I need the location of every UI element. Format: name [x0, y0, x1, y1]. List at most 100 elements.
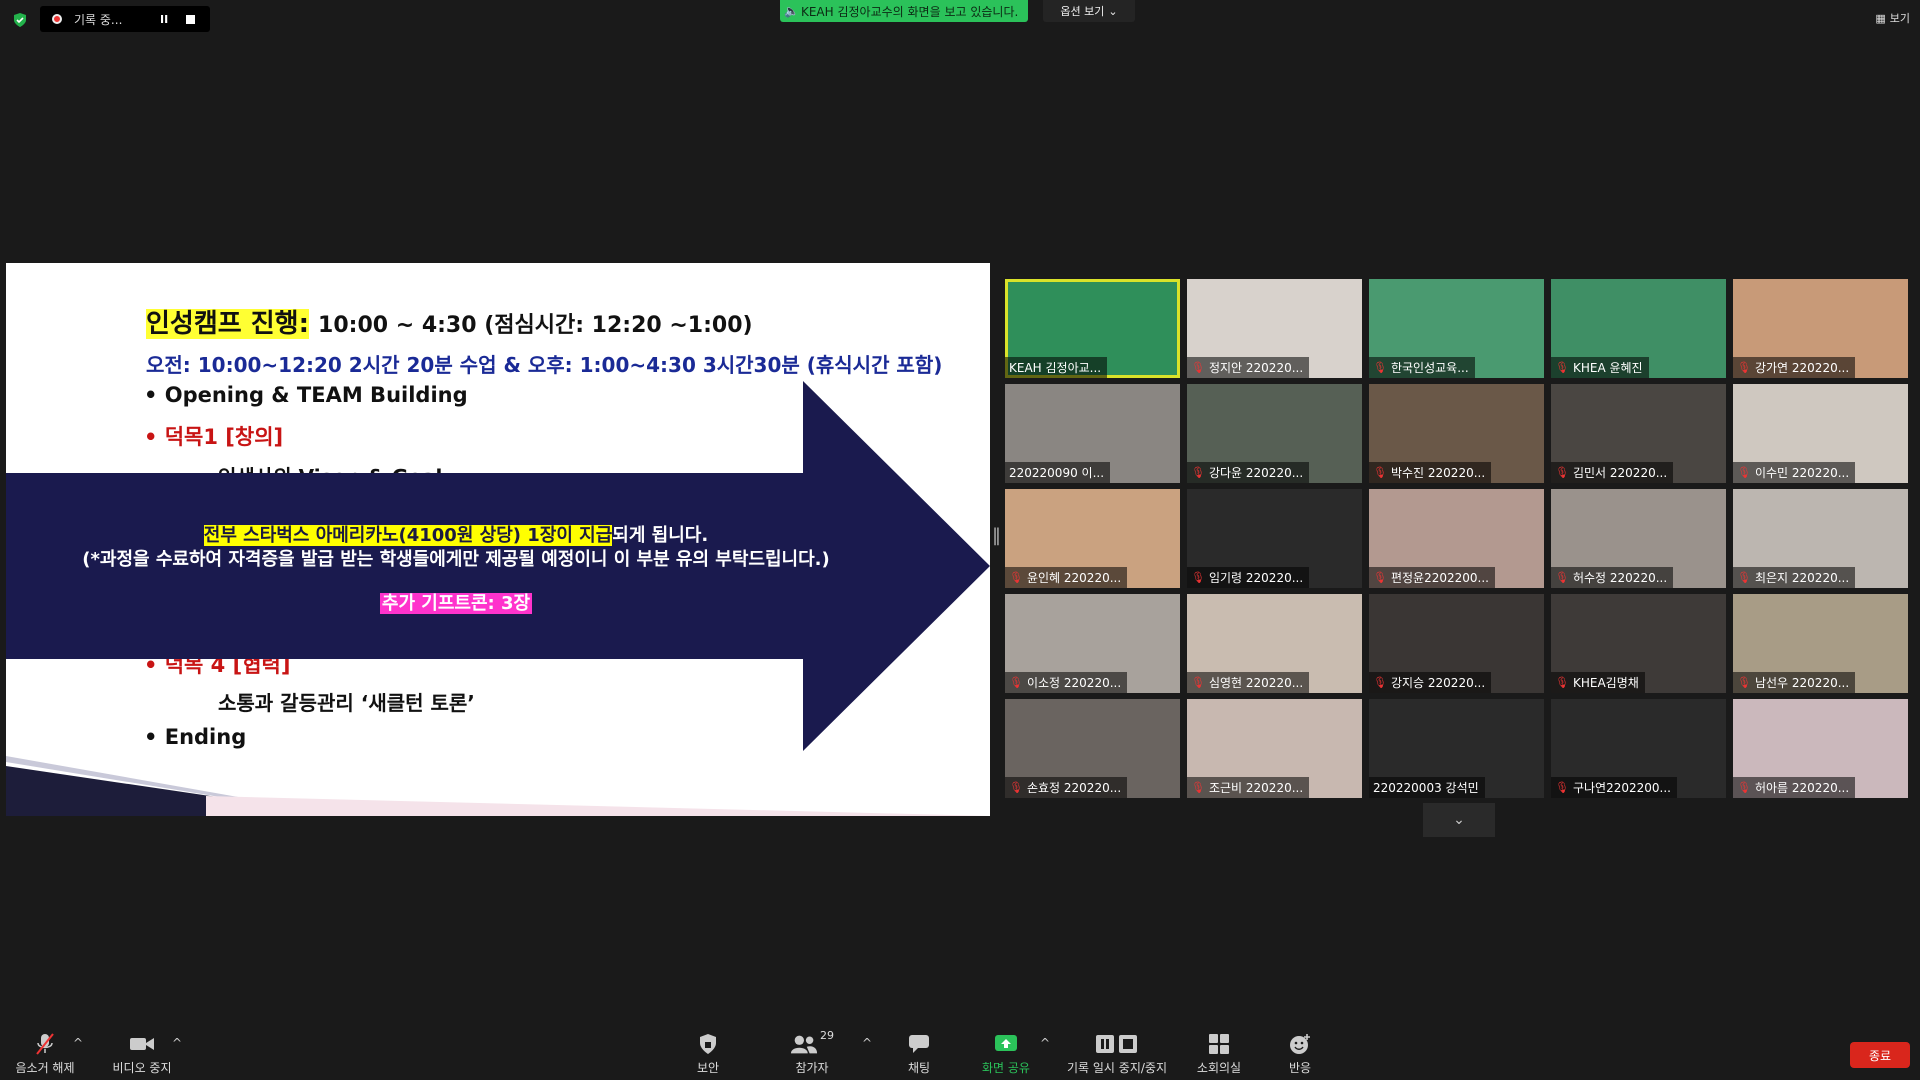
record-dot-icon [52, 14, 62, 24]
participant-name-label: 🎙 임기령 220220... [1187, 567, 1310, 588]
participant-tile[interactable]: 🎙 한국인성교육... [1369, 279, 1544, 378]
breakout-rooms-label: 소회의실 [1196, 1061, 1242, 1075]
unmute-button[interactable]: 음소거 해제 [12, 1029, 78, 1076]
participant-tile[interactable]: 🎙 KHEA김명채 [1551, 594, 1726, 693]
stop-video-button[interactable]: 비디오 중지 [106, 1029, 178, 1076]
security-button[interactable]: 보안 [690, 1029, 726, 1076]
participant-tile[interactable]: 🎙 조근비 220220... [1187, 699, 1362, 798]
view-options-dropdown[interactable]: 옵션 보기 ⌄ [1043, 0, 1135, 22]
participants-button[interactable]: 29 참가자 [790, 1029, 834, 1076]
security-label: 보안 [696, 1061, 720, 1075]
participant-name-label: 🎙 KHEA김명채 [1551, 672, 1645, 693]
participant-tile[interactable]: 🎙 최은지 220220... [1733, 489, 1908, 588]
participant-tile[interactable]: 🎙 정지안 220220... [1187, 279, 1362, 378]
participant-name: 정지안 220220... [1208, 361, 1304, 375]
speaker-icon: 🔈 [784, 4, 799, 18]
participant-name-label: 220220003 강석민 [1369, 777, 1485, 798]
mic-muted-icon: 🎙 [1009, 571, 1023, 584]
participant-tile[interactable]: 🎙 김민서 220220... [1551, 384, 1726, 483]
pause-recording-button[interactable]: II [160, 13, 168, 26]
arrow-line-extra: 추가 기프트콘: 3장 [379, 593, 533, 614]
chat-label: 채팅 [907, 1061, 931, 1075]
shared-screen: 인성캠프 진행: 10:00 ~ 4:30 (점심시간: 12:20 ~1:00… [6, 263, 990, 816]
reactions-button[interactable]: 반응 [1286, 1029, 1314, 1076]
participant-name: 임기령 220220... [1208, 571, 1304, 585]
participant-tile[interactable]: 🎙 남선우 220220... [1733, 594, 1908, 693]
participant-tile[interactable]: 🎙 KHEA 윤혜진 [1551, 279, 1726, 378]
pause-stop-recording-button[interactable]: 기록 일시 중지/중지 [1062, 1029, 1172, 1076]
participant-tile[interactable]: 🎙 편정윤2202200... [1369, 489, 1544, 588]
participant-name: 강다윤 220220... [1208, 466, 1304, 480]
split-view-handle[interactable]: ‖ [992, 525, 1001, 551]
participant-name: 박수진 220220... [1390, 466, 1486, 480]
participant-tile[interactable]: 🎙 손효정 220220... [1005, 699, 1180, 798]
participant-tile[interactable]: KEAH 김정아교... [1005, 279, 1180, 378]
participants-icon: 29 [790, 1029, 834, 1059]
audio-options-caret[interactable]: ^ [73, 1036, 83, 1050]
participant-name-label: 🎙 강가연 220220... [1733, 357, 1856, 378]
share-screen-button[interactable]: 화면 공유 [978, 1029, 1034, 1076]
mic-muted-icon: 🎙 [1009, 781, 1023, 794]
mic-muted-icon: 🎙 [1009, 676, 1023, 689]
mic-muted-icon: 🎙 [1737, 676, 1751, 689]
participant-name: 한국인성교육... [1390, 361, 1469, 375]
mic-muted-icon: 🎙 [1737, 466, 1751, 479]
chat-button[interactable]: 채팅 [904, 1029, 934, 1076]
participant-tile[interactable]: 🎙 이수민 220220... [1733, 384, 1908, 483]
participant-tile[interactable]: 🎙 심영현 220220... [1187, 594, 1362, 693]
share-options-caret[interactable]: ^ [1040, 1036, 1050, 1050]
participant-name: 조근비 220220... [1208, 781, 1304, 795]
participant-tile[interactable]: 220220090 이... [1005, 384, 1180, 483]
participant-tile[interactable]: 🎙 강다윤 220220... [1187, 384, 1362, 483]
stop-recording-button[interactable] [186, 14, 196, 24]
mic-muted-icon: 🎙 [1737, 361, 1751, 374]
participant-tile[interactable]: 🎙 이소정 220220... [1005, 594, 1180, 693]
participant-name-label: 🎙 박수진 220220... [1369, 462, 1492, 483]
gallery-next-page-button[interactable]: ⌄ [1423, 803, 1495, 837]
share-screen-label: 화면 공유 [982, 1061, 1030, 1075]
video-options-caret[interactable]: ^ [172, 1036, 182, 1050]
participant-name-label: 🎙 한국인성교육... [1369, 357, 1475, 378]
participants-options-caret[interactable]: ^ [862, 1036, 872, 1050]
mic-muted-icon [12, 1029, 78, 1059]
chat-icon [904, 1029, 934, 1059]
screen-share-banner: 🔈 KEAH 김정아교수의 화면을 보고 있습니다. [780, 0, 1029, 22]
participant-tile[interactable]: 🎙 임기령 220220... [1187, 489, 1362, 588]
participant-name-label: 🎙 김민서 220220... [1551, 462, 1674, 483]
breakout-rooms-button[interactable]: 소회의실 [1194, 1029, 1244, 1076]
participant-name-label: 🎙 KHEA 윤혜진 [1551, 357, 1649, 378]
participant-name: 허아름 220220... [1754, 781, 1850, 795]
participant-name: 남선우 220220... [1754, 676, 1850, 690]
participant-name-label: 🎙 편정윤2202200... [1369, 567, 1495, 588]
mic-muted-icon: 🎙 [1373, 466, 1387, 479]
participant-name: KEAH 김정아교... [1009, 361, 1102, 375]
share-banner-text: KEAH 김정아교수의 화면을 보고 있습니다. [800, 4, 1019, 19]
security-shield-icon[interactable] [12, 12, 28, 28]
participant-tile[interactable]: 🎙 구나연2202200... [1551, 699, 1726, 798]
mic-muted-icon: 🎙 [1737, 571, 1751, 584]
participant-tile[interactable]: 🎙 허아름 220220... [1733, 699, 1908, 798]
participant-name-label: 🎙 최은지 220220... [1733, 567, 1856, 588]
participant-tile[interactable]: 🎙 강지승 220220... [1369, 594, 1544, 693]
end-meeting-button[interactable]: 종료 [1850, 1042, 1910, 1068]
shield-icon [690, 1029, 726, 1059]
participant-tile[interactable]: 🎙 강가연 220220... [1733, 279, 1908, 378]
mic-muted-icon: 🎙 [1191, 781, 1205, 794]
participant-tile[interactable]: 220220003 강석민 [1369, 699, 1544, 798]
participant-tile[interactable]: 🎙 윤인혜 220220... [1005, 489, 1180, 588]
chevron-down-icon: ⌄ [1453, 812, 1465, 828]
participant-name-label: 🎙 심영현 220220... [1187, 672, 1310, 693]
participant-name: 윤인혜 220220... [1026, 571, 1122, 585]
arrow-line-gift: 전부 스타벅스 아메리카노(4100원 상당) 1장이 지급되게 됩니다. [203, 525, 709, 546]
participant-name: 220220090 이... [1009, 466, 1105, 480]
participant-name: 손효정 220220... [1026, 781, 1122, 795]
participant-tile[interactable]: 🎙 허수정 220220... [1551, 489, 1726, 588]
participant-name-label: 🎙 구나연2202200... [1551, 777, 1677, 798]
video-camera-icon [106, 1029, 178, 1059]
mic-muted-icon: 🎙 [1555, 361, 1569, 374]
participant-name: 김민서 220220... [1572, 466, 1668, 480]
mic-muted-icon: 🎙 [1191, 571, 1205, 584]
view-layout-button[interactable]: ▦ 보기 [1875, 10, 1910, 26]
mic-muted-icon: 🎙 [1555, 781, 1569, 794]
participant-tile[interactable]: 🎙 박수진 220220... [1369, 384, 1544, 483]
